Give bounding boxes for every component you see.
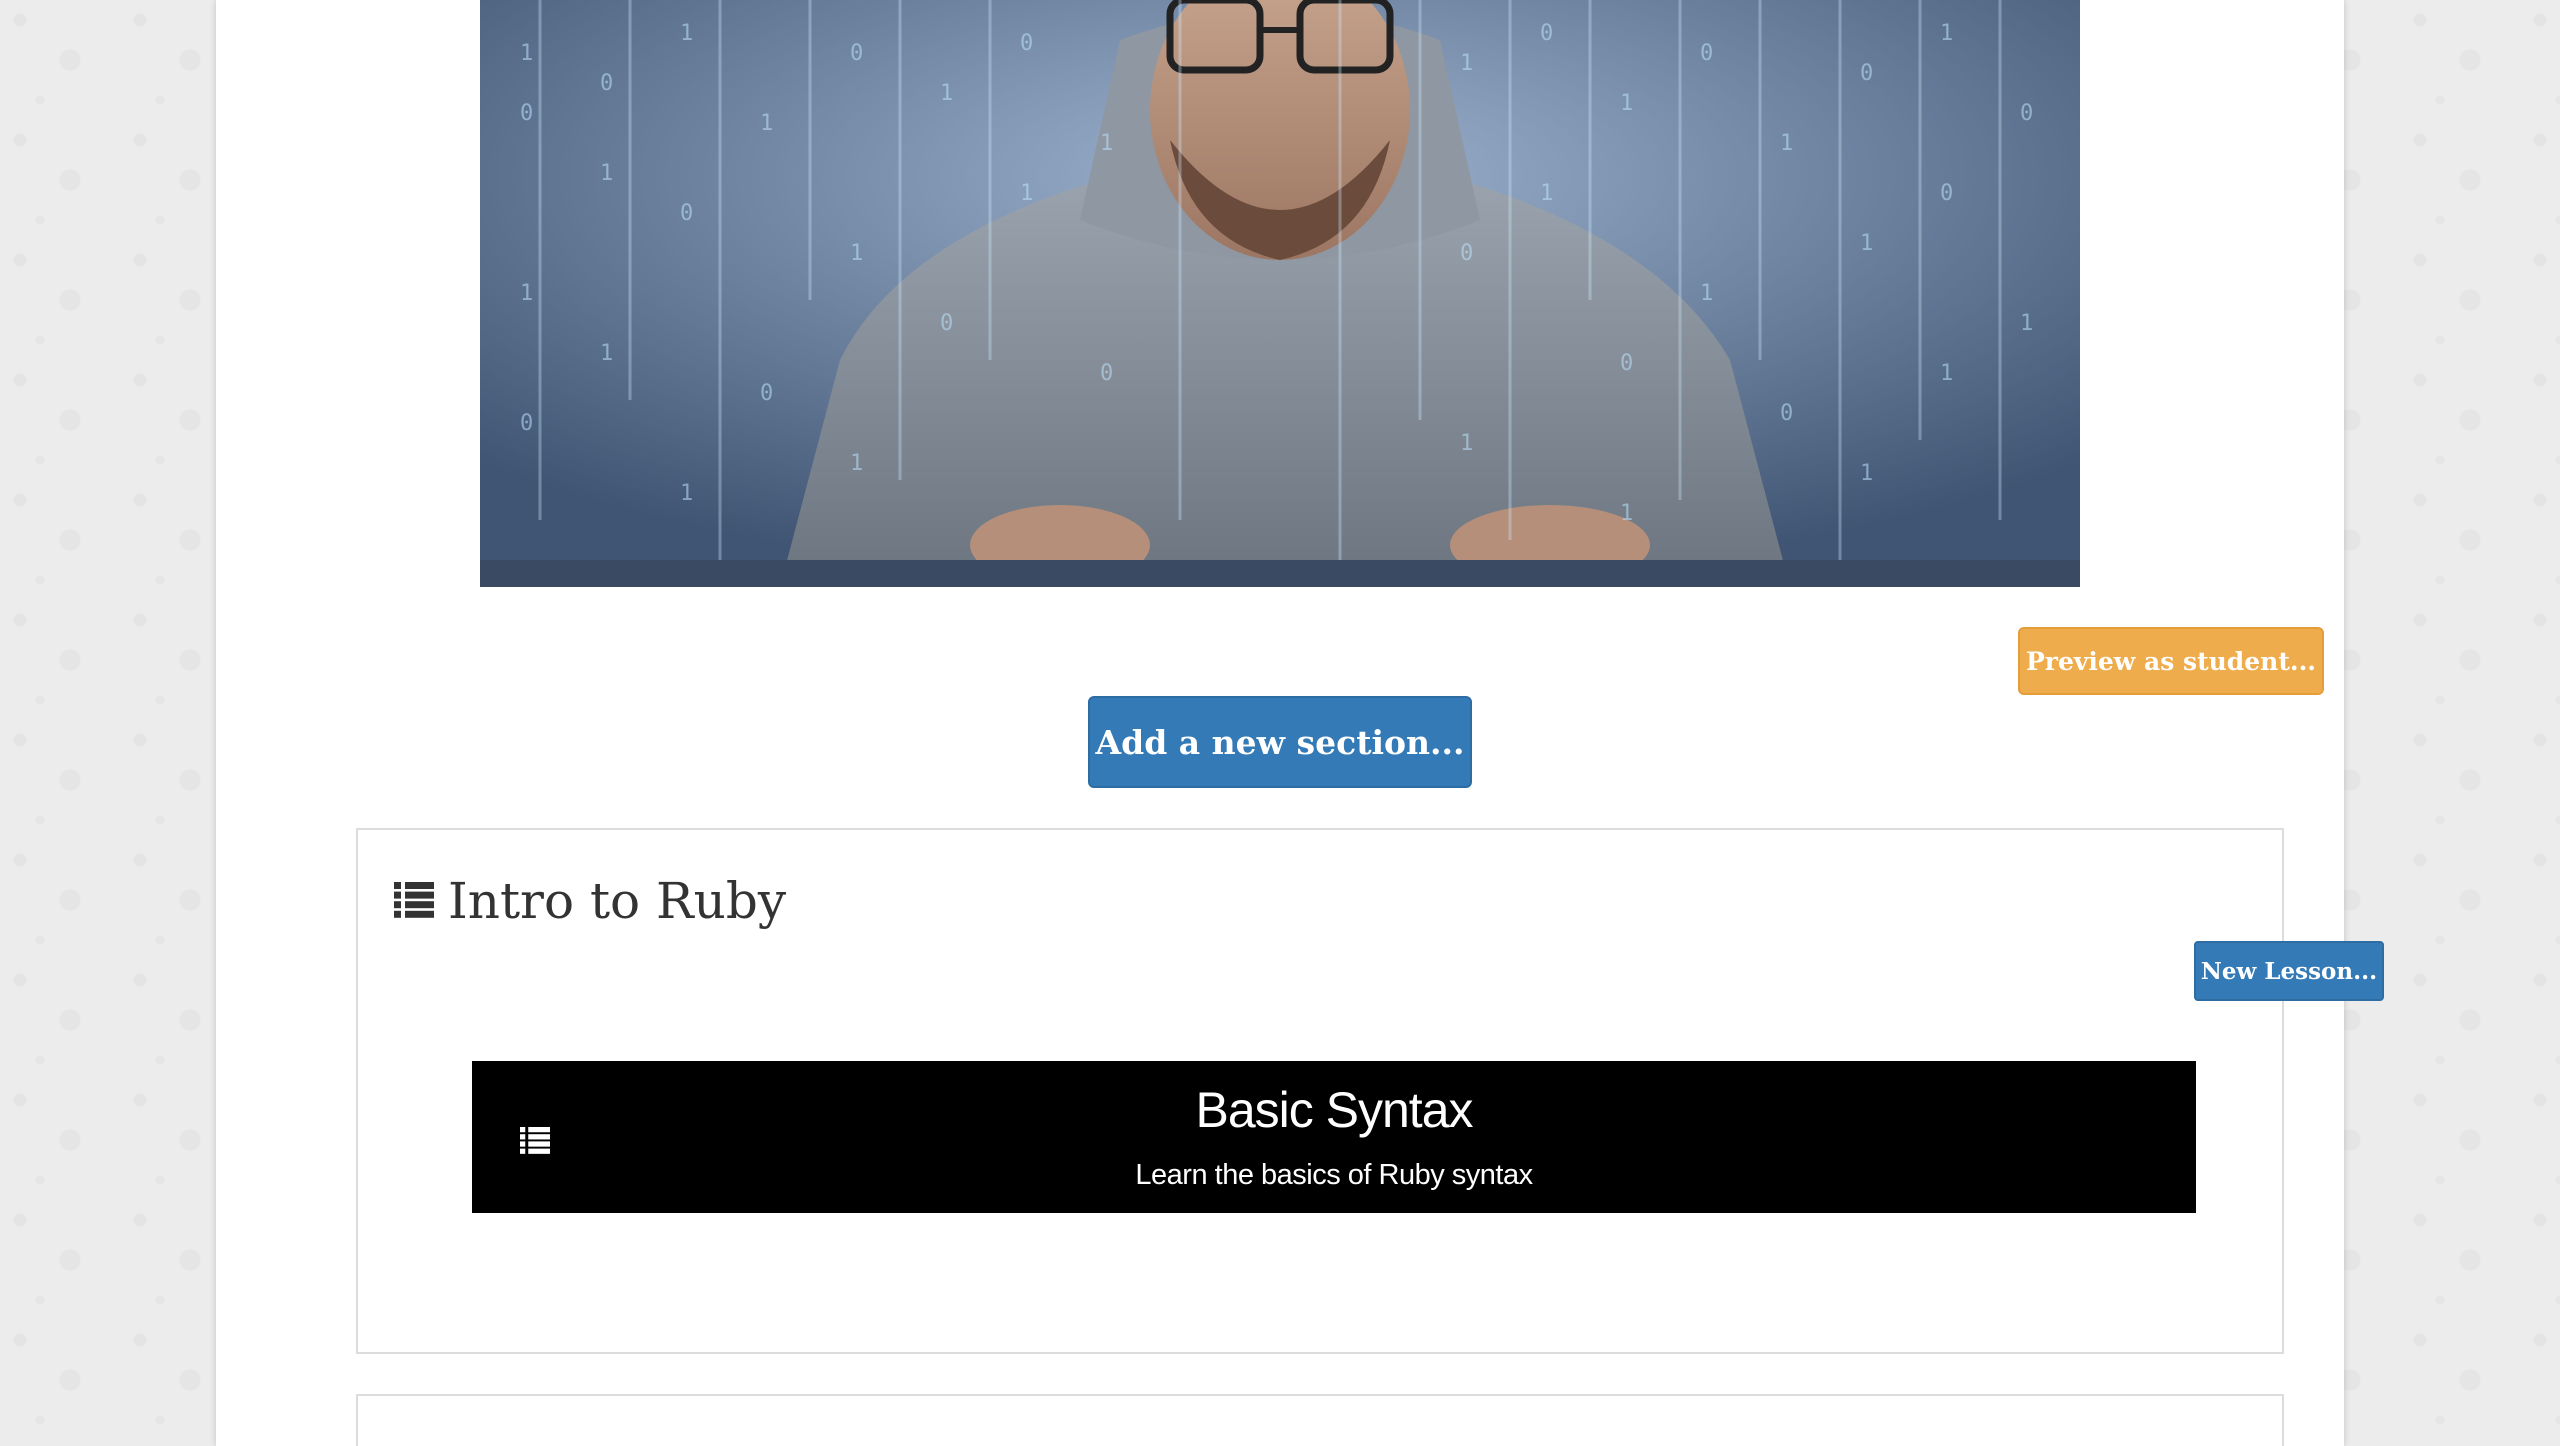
- course-hero-image: 1010 011 101 10 011 10 01 10 101 01 101 …: [480, 0, 2080, 587]
- section-title: Intro to Ruby: [448, 872, 787, 930]
- new-lesson-button[interactable]: New Lesson...: [2194, 941, 2384, 1001]
- lesson-subtitle: Learn the basics of Ruby syntax: [1135, 1159, 1533, 1191]
- svg-text:1: 1: [1860, 231, 1873, 256]
- svg-text:0: 0: [1460, 241, 1473, 266]
- svg-text:1: 1: [1620, 91, 1633, 116]
- svg-text:0: 0: [940, 311, 953, 336]
- svg-text:0: 0: [1620, 351, 1633, 376]
- svg-text:0: 0: [520, 101, 533, 126]
- svg-text:1: 1: [680, 21, 693, 46]
- page-content: 1010 011 101 10 011 10 01 10 101 01 101 …: [216, 0, 2384, 1446]
- svg-text:1: 1: [850, 451, 863, 476]
- hacker-at-keyboard-image: 1010 011 101 10 011 10 01 10 101 01 101 …: [480, 0, 2080, 587]
- section-panel: Intro to Ruby New Lesson... Basic Syntax…: [356, 828, 2384, 1354]
- svg-text:1: 1: [850, 241, 863, 266]
- svg-text:1: 1: [1940, 21, 1953, 46]
- svg-text:1: 1: [1860, 461, 1873, 486]
- svg-text:0: 0: [600, 71, 613, 96]
- svg-text:1: 1: [1460, 51, 1473, 76]
- next-section-panel: [356, 1394, 2284, 1446]
- svg-text:1: 1: [760, 111, 773, 136]
- svg-text:0: 0: [1860, 61, 1873, 86]
- add-new-section-button[interactable]: Add a new section...: [1088, 696, 1472, 788]
- svg-text:0: 0: [1940, 181, 1953, 206]
- svg-text:0: 0: [1780, 401, 1793, 426]
- lesson-title: Basic Syntax: [1195, 1082, 1473, 1138]
- svg-text:0: 0: [1020, 31, 1033, 56]
- svg-text:0: 0: [1100, 361, 1113, 386]
- svg-text:1: 1: [680, 481, 693, 506]
- svg-text:1: 1: [1020, 181, 1033, 206]
- preview-as-student-button[interactable]: Preview as student...: [2018, 627, 2324, 695]
- svg-text:1: 1: [1940, 361, 1953, 386]
- svg-text:1: 1: [1100, 131, 1113, 156]
- svg-text:1: 1: [1780, 131, 1793, 156]
- svg-text:0: 0: [2020, 101, 2033, 126]
- svg-text:1: 1: [1460, 431, 1473, 456]
- lesson-card[interactable]: Basic Syntax Learn the basics of Ruby sy…: [472, 1061, 2196, 1213]
- svg-text:1: 1: [600, 161, 613, 186]
- list-icon: [394, 872, 434, 930]
- svg-text:1: 1: [940, 81, 953, 106]
- svg-text:1: 1: [520, 281, 533, 306]
- svg-text:0: 0: [520, 411, 533, 436]
- svg-text:0: 0: [850, 41, 863, 66]
- svg-text:0: 0: [680, 201, 693, 226]
- svg-text:0: 0: [1700, 41, 1713, 66]
- svg-text:1: 1: [1700, 281, 1713, 306]
- svg-text:0: 0: [760, 381, 773, 406]
- svg-text:0: 0: [1540, 21, 1553, 46]
- svg-text:1: 1: [1540, 181, 1553, 206]
- svg-text:1: 1: [600, 341, 613, 366]
- svg-text:1: 1: [520, 41, 533, 66]
- section-heading: Intro to Ruby: [394, 872, 786, 930]
- svg-text:1: 1: [1620, 501, 1633, 526]
- svg-text:1: 1: [2020, 311, 2033, 336]
